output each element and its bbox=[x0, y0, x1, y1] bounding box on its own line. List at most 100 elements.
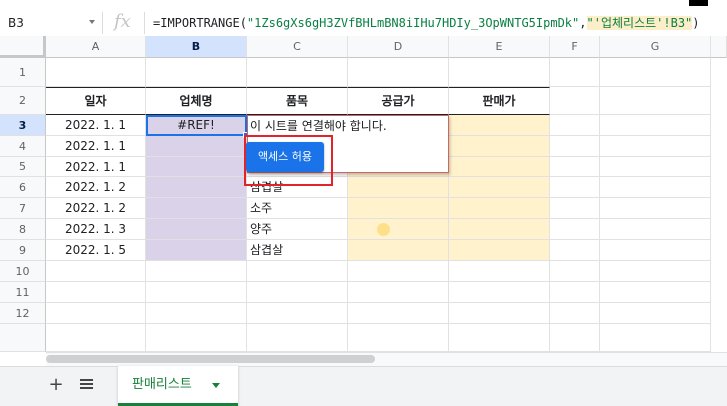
column-header-f[interactable]: F bbox=[550, 36, 600, 58]
cell-g9[interactable] bbox=[600, 240, 711, 261]
cell-g7[interactable] bbox=[600, 198, 711, 219]
cell-b1[interactable] bbox=[146, 58, 247, 87]
cell-f9[interactable] bbox=[550, 240, 600, 261]
cell-g10[interactable] bbox=[600, 261, 711, 282]
cell-d11[interactable] bbox=[348, 282, 449, 303]
cell-b10[interactable] bbox=[146, 261, 247, 282]
cell-b9[interactable] bbox=[146, 240, 247, 261]
cell-a8[interactable]: 2022. 1. 3 bbox=[46, 219, 146, 240]
cell-e4[interactable] bbox=[449, 136, 550, 157]
cell-a1[interactable] bbox=[46, 58, 146, 87]
cell-a9[interactable]: 2022. 1. 5 bbox=[46, 240, 146, 261]
cell-a5[interactable]: 2022. 1. 1 bbox=[46, 157, 146, 177]
cell-b7[interactable] bbox=[146, 198, 247, 219]
row-header-5[interactable]: 5 bbox=[0, 157, 46, 177]
add-sheet-icon[interactable]: + bbox=[48, 372, 64, 398]
cell-b11[interactable] bbox=[146, 282, 247, 303]
select-all-corner[interactable] bbox=[0, 36, 46, 58]
cell-f4[interactable] bbox=[550, 136, 600, 157]
cell-f7[interactable] bbox=[550, 198, 600, 219]
cell-g12[interactable] bbox=[600, 303, 711, 324]
chevron-down-icon[interactable] bbox=[212, 383, 220, 388]
cell-a13[interactable] bbox=[46, 324, 146, 352]
cell-a7[interactable]: 2022. 1. 2 bbox=[46, 198, 146, 219]
column-header-a[interactable]: A bbox=[46, 36, 146, 58]
row-header-4[interactable]: 4 bbox=[0, 136, 46, 157]
cell-a6[interactable]: 2022. 1. 2 bbox=[46, 177, 146, 198]
cell-e11[interactable] bbox=[449, 282, 550, 303]
cell-c1[interactable] bbox=[247, 58, 348, 87]
cell-d10[interactable] bbox=[348, 261, 449, 282]
row-header-1[interactable]: 1 bbox=[0, 58, 46, 87]
row-header-8[interactable]: 8 bbox=[0, 219, 46, 240]
cell-d1[interactable] bbox=[348, 58, 449, 87]
horizontal-scroll-thumb[interactable] bbox=[46, 355, 375, 363]
cell-f10[interactable] bbox=[550, 261, 600, 282]
header-item[interactable]: 품목 bbox=[247, 87, 348, 115]
cell-a4[interactable]: 2022. 1. 1 bbox=[46, 136, 146, 157]
cell-f1[interactable] bbox=[550, 58, 600, 87]
cell-a10[interactable] bbox=[46, 261, 146, 282]
formula-input[interactable]: =IMPORTRANGE("1Zs6gXs6gH3ZVfBHLmBN8iIHu7… bbox=[153, 12, 700, 34]
header-sale-price[interactable]: 판매가 bbox=[449, 87, 550, 115]
cell-f2[interactable] bbox=[550, 87, 600, 115]
row-header-10[interactable]: 10 bbox=[0, 261, 46, 282]
cell-e12[interactable] bbox=[449, 303, 550, 324]
cell-f12[interactable] bbox=[550, 303, 600, 324]
sheet-tab-sales-list[interactable]: 판매리스트 bbox=[118, 366, 238, 406]
cell-a3[interactable]: 2022. 1. 1 bbox=[46, 115, 146, 136]
cell-c9[interactable]: 삼겹살 bbox=[247, 240, 348, 261]
header-supply-price[interactable]: 공급가 bbox=[348, 87, 449, 115]
column-header-d[interactable]: D bbox=[348, 36, 449, 58]
cell-g5[interactable] bbox=[600, 157, 711, 177]
row-header-13[interactable] bbox=[0, 324, 46, 352]
header-company[interactable]: 업체명 bbox=[146, 87, 247, 115]
cell-b6[interactable] bbox=[146, 177, 247, 198]
cell-e7[interactable] bbox=[449, 198, 550, 219]
column-header-c[interactable]: C bbox=[247, 36, 348, 58]
cell-a12[interactable] bbox=[46, 303, 146, 324]
cell-d6[interactable] bbox=[348, 177, 449, 198]
cell-a11[interactable] bbox=[46, 282, 146, 303]
cell-c13[interactable] bbox=[247, 324, 348, 352]
all-sheets-menu-icon[interactable] bbox=[80, 379, 93, 391]
cell-e6[interactable] bbox=[449, 177, 550, 198]
cell-g1[interactable] bbox=[600, 58, 711, 87]
cell-f6[interactable] bbox=[550, 177, 600, 198]
cell-b3[interactable]: #REF! bbox=[146, 115, 247, 136]
cell-c6[interactable]: 삼겹살 bbox=[247, 177, 348, 198]
cell-c11[interactable] bbox=[247, 282, 348, 303]
header-date[interactable]: 일자 bbox=[46, 87, 146, 115]
cell-b12[interactable] bbox=[146, 303, 247, 324]
column-header-e[interactable]: E bbox=[449, 36, 550, 58]
cell-e1[interactable] bbox=[449, 58, 550, 87]
row-header-6[interactable]: 6 bbox=[0, 177, 46, 198]
cell-e13[interactable] bbox=[449, 324, 550, 352]
cell-d7[interactable] bbox=[348, 198, 449, 219]
cell-f8[interactable] bbox=[550, 219, 600, 240]
cell-e5[interactable] bbox=[449, 157, 550, 177]
cell-b5[interactable] bbox=[146, 157, 247, 177]
cell-d9[interactable] bbox=[348, 240, 449, 261]
cell-g2[interactable] bbox=[600, 87, 711, 115]
cell-d8[interactable] bbox=[348, 219, 449, 240]
cell-d12[interactable] bbox=[348, 303, 449, 324]
cell-b13[interactable] bbox=[146, 324, 247, 352]
allow-access-button[interactable]: 액세스 허용 bbox=[246, 142, 324, 172]
row-header-11[interactable]: 11 bbox=[0, 282, 46, 303]
name-box[interactable]: B3 bbox=[0, 10, 102, 36]
cell-f13[interactable] bbox=[550, 324, 600, 352]
cell-e9[interactable] bbox=[449, 240, 550, 261]
cell-g8[interactable] bbox=[600, 219, 711, 240]
cell-g3[interactable] bbox=[600, 115, 711, 136]
cell-c12[interactable] bbox=[247, 303, 348, 324]
cell-g11[interactable] bbox=[600, 282, 711, 303]
row-header-3[interactable]: 3 bbox=[0, 115, 46, 136]
cell-d13[interactable] bbox=[348, 324, 449, 352]
row-header-2[interactable]: 2 bbox=[0, 87, 46, 115]
cell-c8[interactable]: 양주 bbox=[247, 219, 348, 240]
cell-f11[interactable] bbox=[550, 282, 600, 303]
row-header-7[interactable]: 7 bbox=[0, 198, 46, 219]
cell-f3[interactable] bbox=[550, 115, 600, 136]
cell-g13[interactable] bbox=[600, 324, 711, 352]
